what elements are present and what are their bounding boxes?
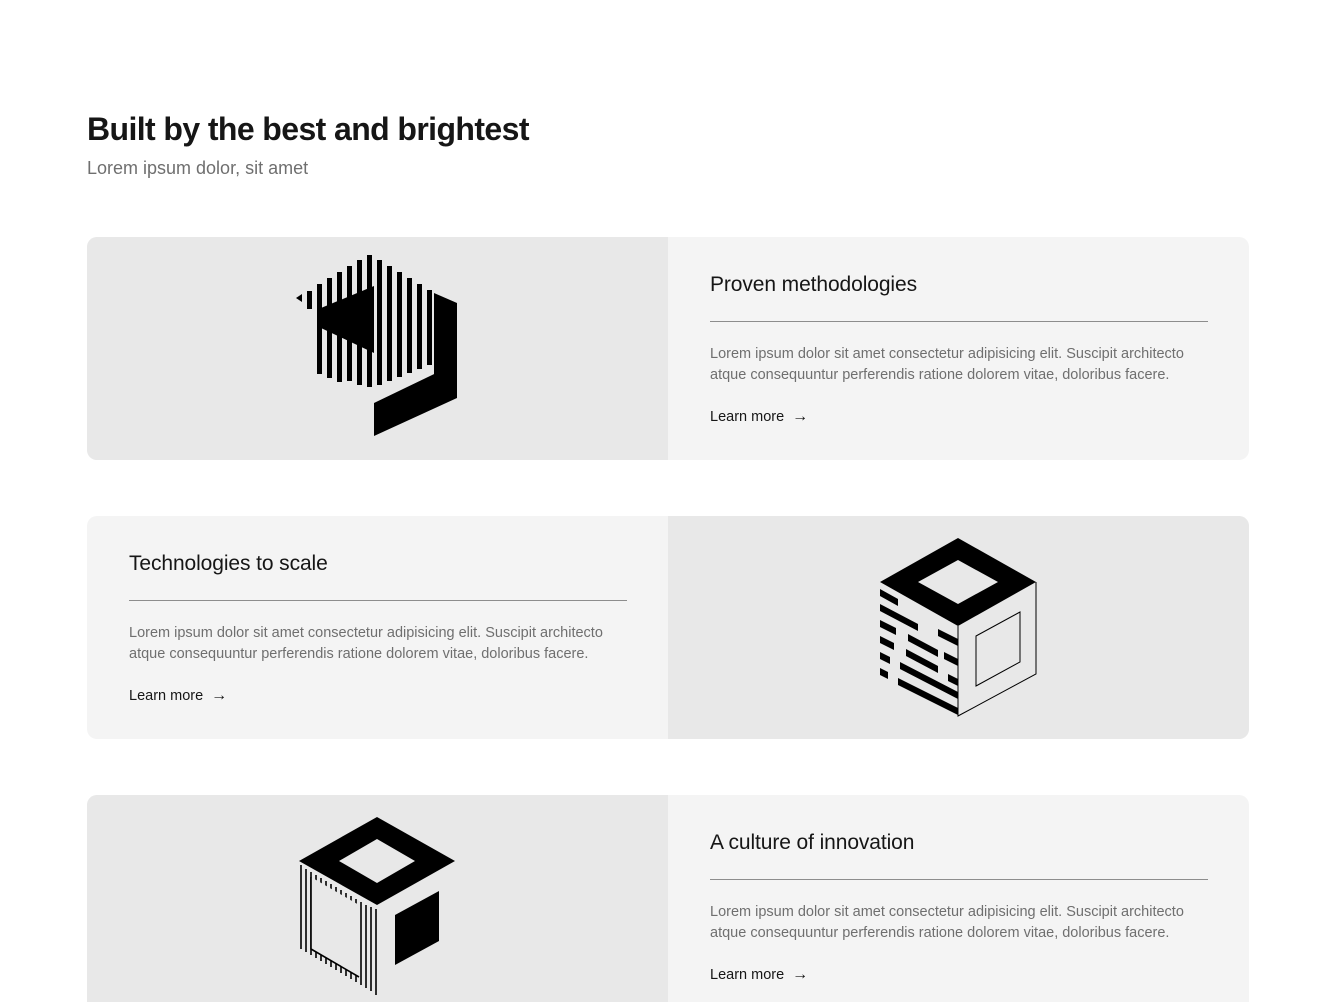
arrow-right-icon: → xyxy=(792,966,809,983)
card-divider xyxy=(710,321,1208,322)
card-description: Lorem ipsum dolor sit amet consectetur a… xyxy=(129,625,603,662)
arrow-right-icon: → xyxy=(792,408,809,425)
feature-card-technologies-to-scale: Technologies to scale Lorem ipsum dolor … xyxy=(87,516,1249,739)
card-title: Proven methodologies xyxy=(710,273,917,296)
card-divider xyxy=(129,600,627,601)
learn-more-link[interactable]: Learn more → xyxy=(710,407,808,427)
learn-more-link[interactable]: Learn more → xyxy=(129,686,227,706)
card-media xyxy=(668,516,1249,739)
feature-card-proven-methodologies: Proven methodologies Lorem ipsum dolor s… xyxy=(87,237,1249,460)
card-description: Lorem ipsum dolor sit amet consectetur a… xyxy=(710,904,1184,941)
section-header: Built by the best and brightest Lorem ip… xyxy=(87,0,1249,180)
card-content: Technologies to scale Lorem ipsum dolor … xyxy=(87,516,668,739)
lined-cube-icon xyxy=(299,817,455,995)
page-title: Built by the best and brightest xyxy=(87,111,529,147)
learn-more-label: Learn more xyxy=(710,409,785,425)
page: Built by the best and brightest Lorem ip… xyxy=(0,0,1336,1002)
striped-shield-icon xyxy=(296,255,457,436)
arrow-right-icon: → xyxy=(211,687,228,704)
striped-open-cube-icon xyxy=(880,538,1037,717)
card-title: A culture of innovation xyxy=(710,831,915,854)
card-content: Proven methodologies Lorem ipsum dolor s… xyxy=(668,237,1249,460)
learn-more-link[interactable]: Learn more → xyxy=(710,965,808,985)
card-divider xyxy=(710,879,1208,880)
card-media xyxy=(87,795,668,1002)
card-content: A culture of innovation Lorem ipsum dolo… xyxy=(668,795,1249,1002)
page-subtitle: Lorem ipsum dolor, sit amet xyxy=(87,158,309,178)
feature-card-culture-of-innovation: A culture of innovation Lorem ipsum dolo… xyxy=(87,795,1249,1002)
learn-more-label: Learn more xyxy=(129,688,204,704)
card-media xyxy=(87,237,668,460)
card-description: Lorem ipsum dolor sit amet consectetur a… xyxy=(710,346,1184,383)
card-title: Technologies to scale xyxy=(129,552,328,575)
learn-more-label: Learn more xyxy=(710,967,785,983)
